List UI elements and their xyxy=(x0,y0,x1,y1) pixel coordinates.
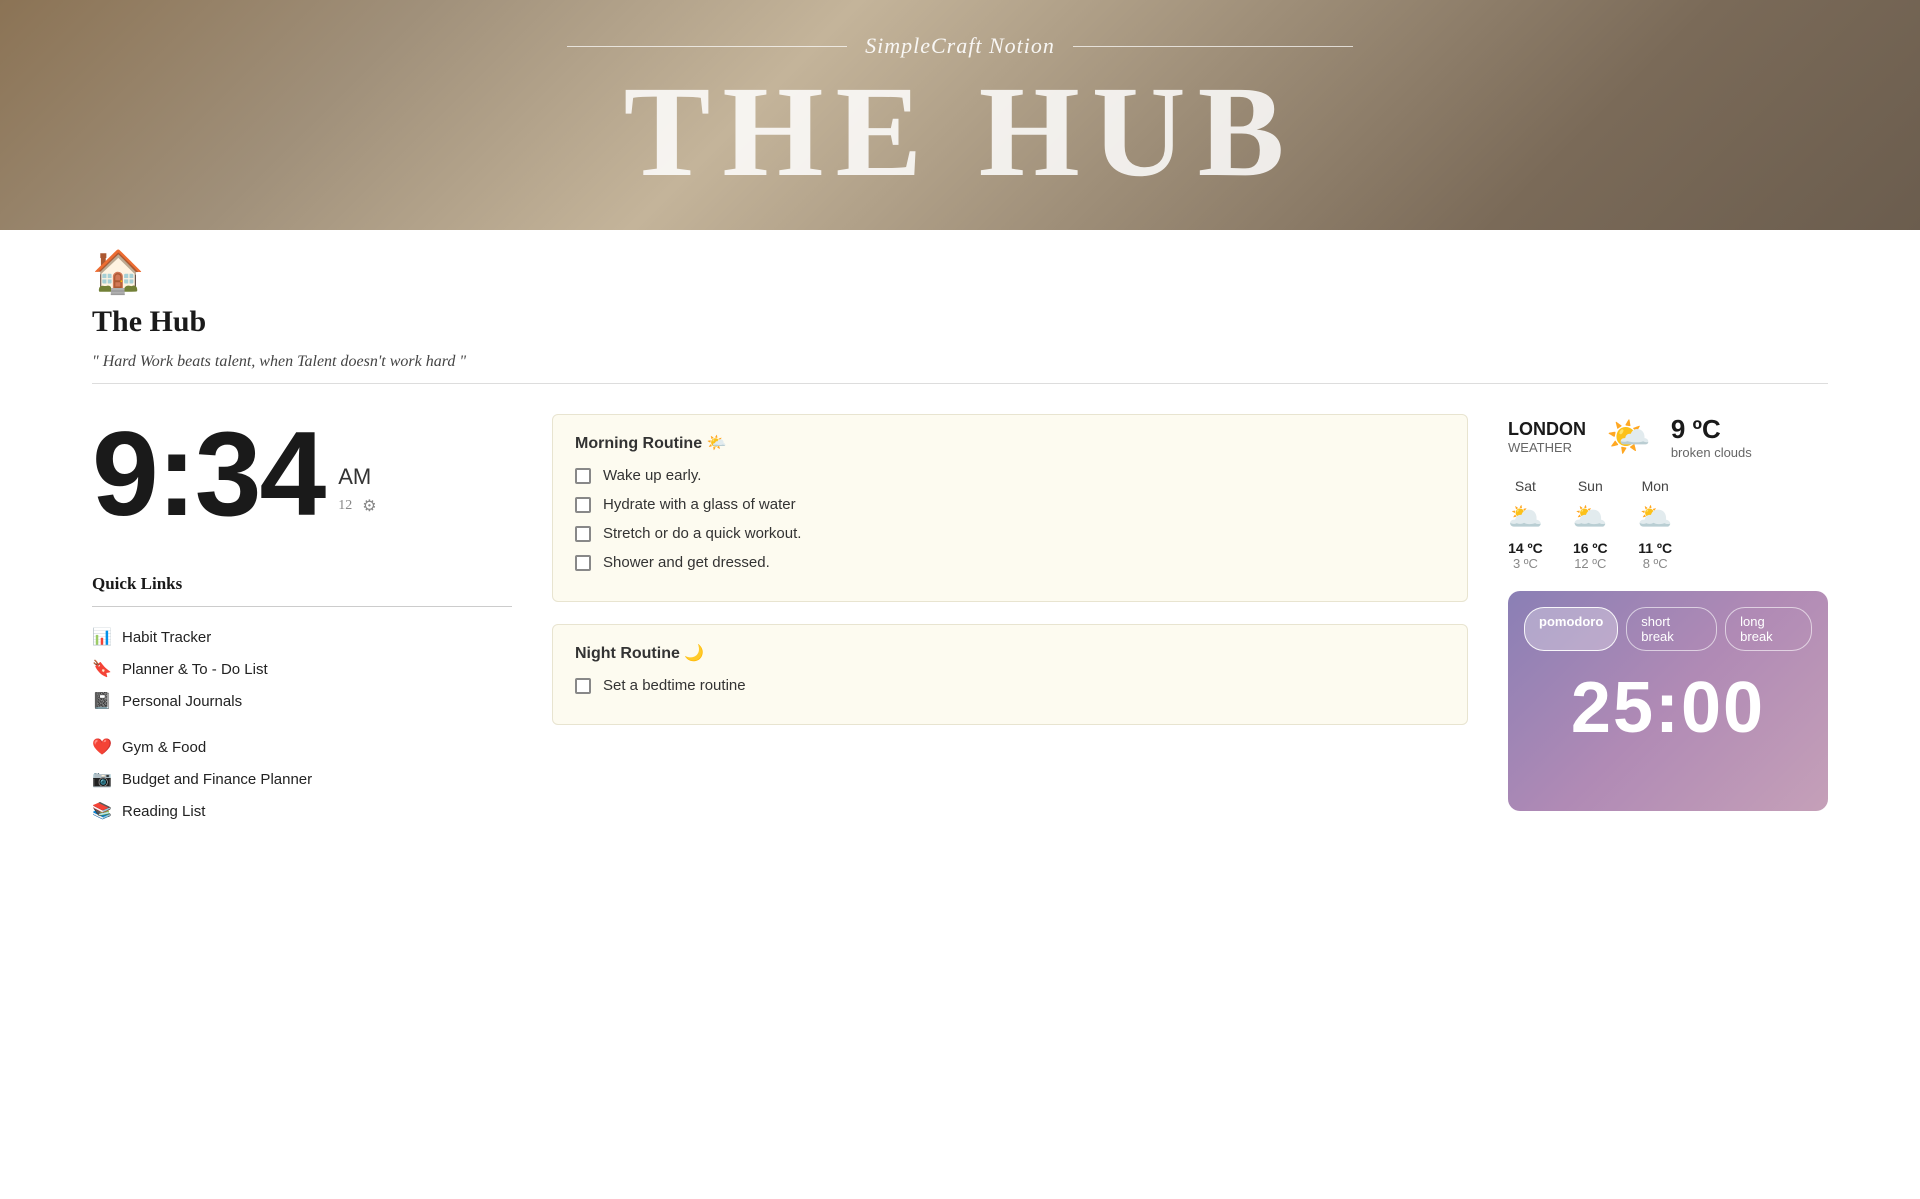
left-column: 9:34 AM 12 ⚙ Quick Links 📊 Habit Tracker xyxy=(92,414,512,827)
right-line xyxy=(1073,46,1353,47)
quick-links-section: Quick Links 📊 Habit Tracker 🔖 Planner & … xyxy=(92,574,512,827)
forecast-sat: Sat 🌥️ 14 ºC 3 ºC xyxy=(1508,478,1543,571)
clock-time: 9:34 xyxy=(92,414,324,534)
clock-right: AM 12 ⚙ xyxy=(338,464,376,534)
budget-label: Budget and Finance Planner xyxy=(122,771,312,788)
morning-item-2: Stretch or do a quick workout. xyxy=(575,525,1445,542)
forecast-sat-high: 14 ºC xyxy=(1508,540,1543,556)
reading-icon: 📚 xyxy=(92,801,112,821)
forecast-sat-low: 3 ºC xyxy=(1508,556,1543,571)
night-routine-title: Night Routine 🌙 xyxy=(575,643,1445,663)
weather-temp-block: 9 ºC broken clouds xyxy=(1671,414,1752,460)
budget-icon: 📷 xyxy=(92,769,112,789)
habit-tracker-label: Habit Tracker xyxy=(122,629,211,646)
quick-links-title: Quick Links xyxy=(92,574,512,594)
quick-link-journals[interactable]: 📓 Personal Journals xyxy=(92,685,512,717)
pomo-tab-pomodoro[interactable]: pomodoro xyxy=(1524,607,1618,651)
clock-bottom-row: 12 ⚙ xyxy=(338,496,376,516)
home-icon-wrap: 🏠 xyxy=(92,248,1828,297)
quick-link-habit-tracker[interactable]: 📊 Habit Tracker xyxy=(92,621,512,653)
forecast-mon-high: 11 ºC xyxy=(1638,540,1673,556)
morning-item-3: Shower and get dressed. xyxy=(575,554,1445,571)
journals-label: Personal Journals xyxy=(122,693,242,710)
clock-gear-icon[interactable]: ⚙ xyxy=(362,496,376,516)
night-checkbox-0[interactable] xyxy=(575,678,591,694)
page-title: The Hub xyxy=(92,305,1828,339)
morning-label-0: Wake up early. xyxy=(603,467,701,484)
page-content: 🏠 The Hub " Hard Work beats talent, when… xyxy=(0,248,1920,827)
forecast-sun-name: Sun xyxy=(1573,478,1608,494)
forecast-mon: Mon 🌥️ 11 ºC 8 ºC xyxy=(1638,478,1673,571)
gym-icon: ❤️ xyxy=(92,737,112,757)
clock-format: 12 xyxy=(338,498,352,514)
morning-checkbox-2[interactable] xyxy=(575,526,591,542)
forecast-sun-high: 16 ºC xyxy=(1573,540,1608,556)
night-label-0: Set a bedtime routine xyxy=(603,677,746,694)
weather-temp: 9 ºC xyxy=(1671,414,1752,445)
morning-routine-title: Morning Routine 🌤️ xyxy=(575,433,1445,453)
planner-label: Planner & To - Do List xyxy=(122,661,268,678)
morning-label-2: Stretch or do a quick workout. xyxy=(603,525,801,542)
weather-forecast: Sat 🌥️ 14 ºC 3 ºC Sun 🌥️ 16 ºC 12 ºC Mon… xyxy=(1508,478,1828,571)
left-line xyxy=(567,46,847,47)
pomodoro-section: pomodoro short break long break 25:00 xyxy=(1508,591,1828,811)
weather-city: LONDON xyxy=(1508,419,1586,440)
night-item-0: Set a bedtime routine xyxy=(575,677,1445,694)
main-title: THE HUB xyxy=(624,67,1297,197)
main-grid: 9:34 AM 12 ⚙ Quick Links 📊 Habit Tracker xyxy=(92,414,1828,827)
reading-label: Reading List xyxy=(122,803,205,820)
quick-link-gym[interactable]: ❤️ Gym & Food xyxy=(92,731,512,763)
morning-item-1: Hydrate with a glass of water xyxy=(575,496,1445,513)
morning-item-0: Wake up early. xyxy=(575,467,1445,484)
quick-link-planner[interactable]: 🔖 Planner & To - Do List xyxy=(92,653,512,685)
morning-routine-card: Morning Routine 🌤️ Wake up early. Hydrat… xyxy=(552,414,1468,602)
night-routine-card: Night Routine 🌙 Set a bedtime routine xyxy=(552,624,1468,725)
morning-checkbox-1[interactable] xyxy=(575,497,591,513)
gym-label: Gym & Food xyxy=(122,739,206,756)
brand-line: SimpleCraft Notion xyxy=(567,33,1353,59)
pomo-tab-short-break[interactable]: short break xyxy=(1626,607,1717,651)
pomodoro-tabs: pomodoro short break long break xyxy=(1508,591,1828,651)
clock-ampm: AM xyxy=(338,464,371,490)
morning-label-3: Shower and get dressed. xyxy=(603,554,770,571)
links-spacer xyxy=(92,717,512,731)
right-column: LONDON WEATHER 🌤️ 9 ºC broken clouds Sat… xyxy=(1508,414,1828,811)
title-divider xyxy=(92,383,1828,384)
quick-link-budget[interactable]: 📷 Budget and Finance Planner xyxy=(92,763,512,795)
weather-main-icon: 🌤️ xyxy=(1606,416,1651,458)
weather-current: LONDON WEATHER 🌤️ 9 ºC broken clouds xyxy=(1508,414,1828,460)
forecast-mon-low: 8 ºC xyxy=(1638,556,1673,571)
weather-label: WEATHER xyxy=(1508,440,1586,455)
planner-icon: 🔖 xyxy=(92,659,112,679)
pomo-tab-long-break[interactable]: long break xyxy=(1725,607,1812,651)
quote-text: " Hard Work beats talent, when Talent do… xyxy=(92,353,1828,371)
header-banner: SimpleCraft Notion THE HUB xyxy=(0,0,1920,230)
quick-link-reading[interactable]: 📚 Reading List xyxy=(92,795,512,827)
forecast-sat-name: Sat xyxy=(1508,478,1543,494)
weather-location: LONDON WEATHER xyxy=(1508,419,1586,455)
middle-column: Morning Routine 🌤️ Wake up early. Hydrat… xyxy=(552,414,1468,747)
morning-checkbox-3[interactable] xyxy=(575,555,591,571)
weather-section: LONDON WEATHER 🌤️ 9 ºC broken clouds Sat… xyxy=(1508,414,1828,571)
forecast-sat-icon: 🌥️ xyxy=(1508,500,1543,534)
forecast-mon-name: Mon xyxy=(1638,478,1673,494)
clock-section: 9:34 AM 12 ⚙ xyxy=(92,414,512,534)
forecast-mon-icon: 🌥️ xyxy=(1638,500,1673,534)
journals-icon: 📓 xyxy=(92,691,112,711)
forecast-sun-icon: 🌥️ xyxy=(1573,500,1608,534)
morning-label-1: Hydrate with a glass of water xyxy=(603,496,796,513)
morning-checkbox-0[interactable] xyxy=(575,468,591,484)
weather-desc: broken clouds xyxy=(1671,445,1752,460)
forecast-sun-low: 12 ºC xyxy=(1573,556,1608,571)
habit-tracker-icon: 📊 xyxy=(92,627,112,647)
home-icon[interactable]: 🏠 xyxy=(92,250,144,296)
quick-links-divider xyxy=(92,606,512,607)
brand-name: SimpleCraft Notion xyxy=(865,33,1055,59)
pomodoro-time: 25:00 xyxy=(1571,667,1765,749)
forecast-sun: Sun 🌥️ 16 ºC 12 ºC xyxy=(1573,478,1608,571)
